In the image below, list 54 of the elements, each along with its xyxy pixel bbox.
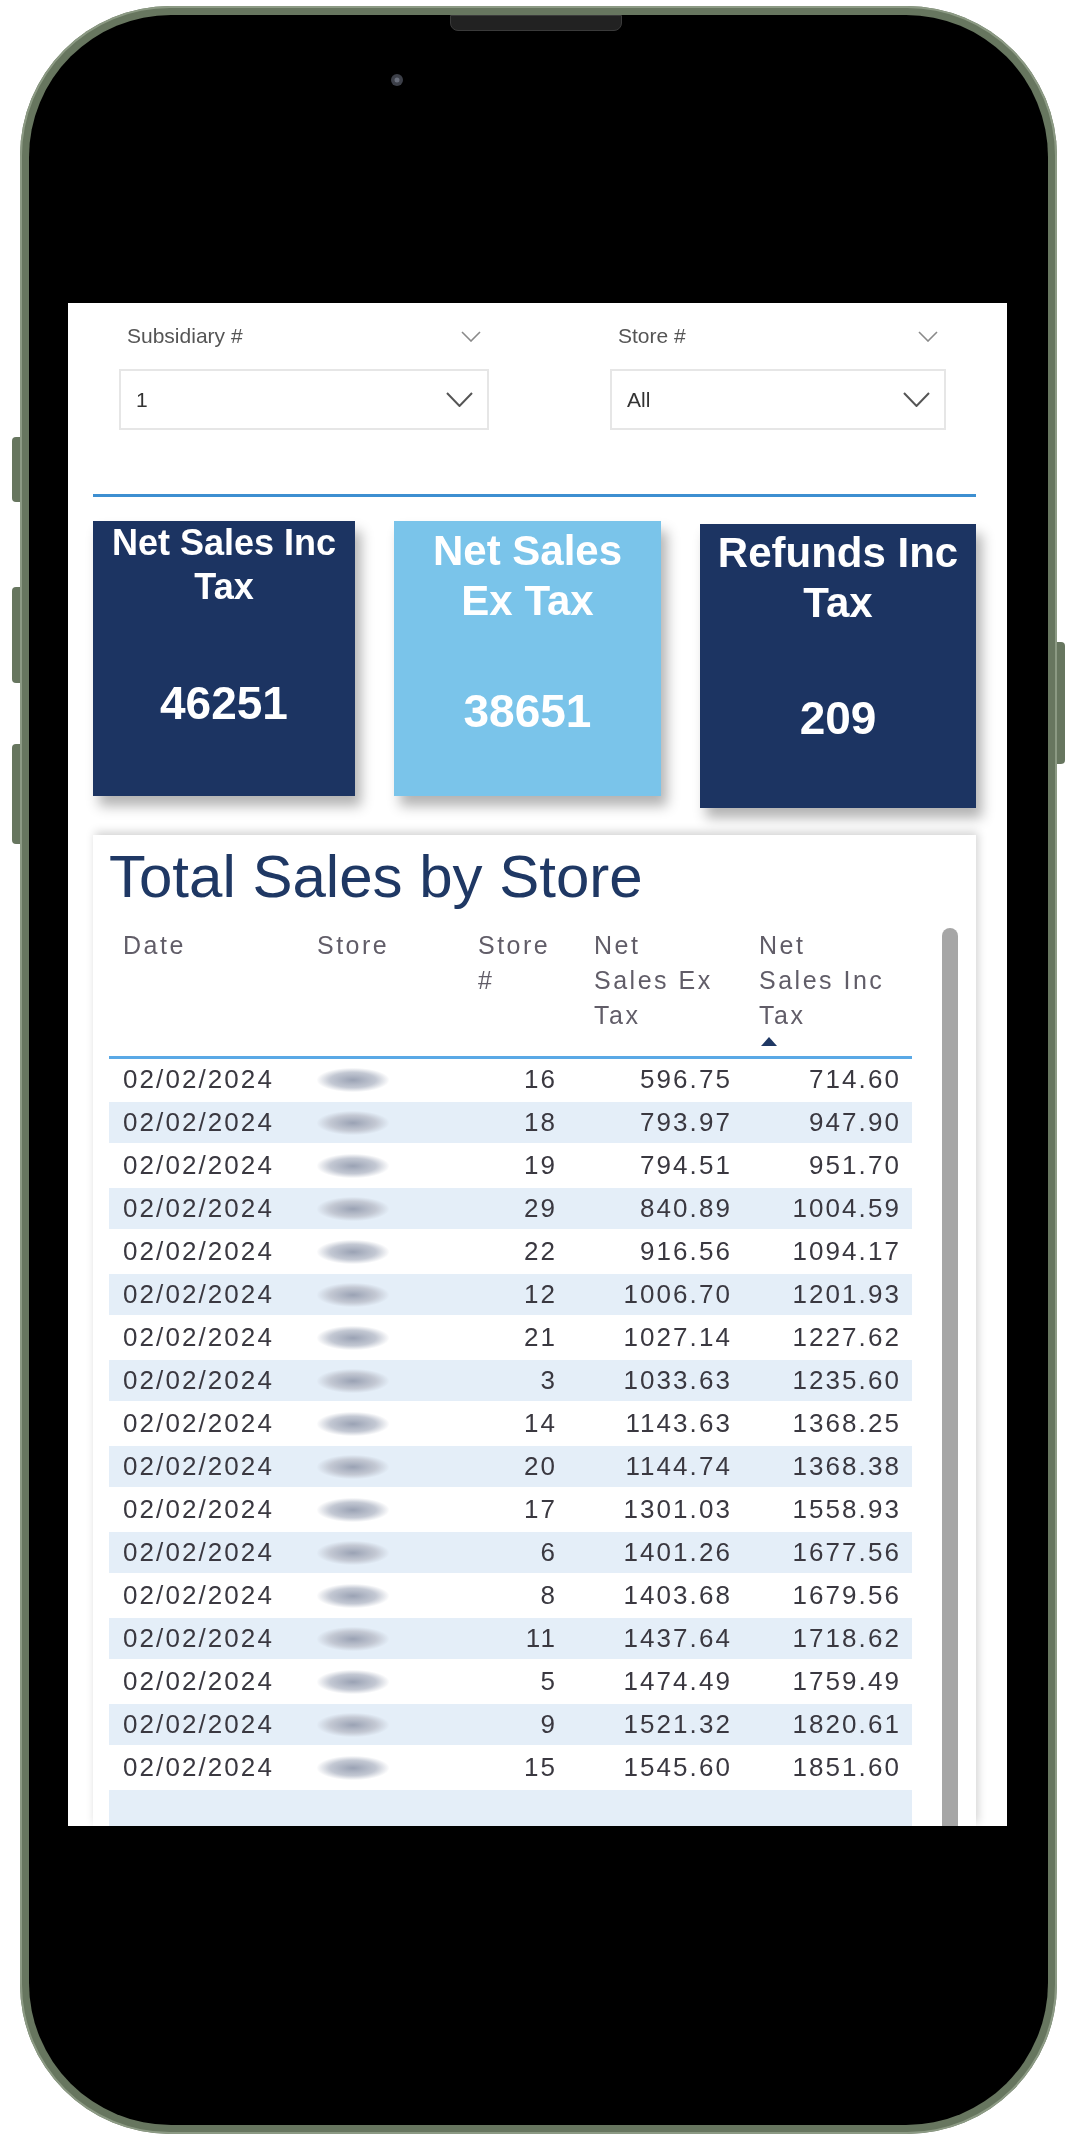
column-header[interactable]: Net Sales Ex Tax: [594, 928, 722, 1033]
table-cell: 02/02/2024: [109, 1446, 300, 1489]
kpi-title: Net Sales Inc Tax: [110, 521, 338, 609]
table-cell: 1201.93: [740, 1274, 912, 1317]
table-cell: 02/02/2024: [109, 1188, 300, 1231]
kpi-title: Refunds Inc Tax: [716, 528, 960, 628]
table-cell: 1677.56: [740, 1532, 912, 1575]
table-cell: 02/02/2024: [109, 1102, 300, 1145]
chevron-down-icon[interactable]: [918, 330, 938, 342]
table-cell: 1521.32: [565, 1704, 740, 1747]
column-header[interactable]: Store #: [478, 928, 565, 998]
dropdown[interactable]: 1: [119, 369, 489, 430]
table-cell: 9: [470, 1704, 565, 1747]
column-header[interactable]: Date: [123, 928, 186, 963]
table-cell: 947.90: [740, 1102, 912, 1145]
camera-lens-icon: [391, 74, 403, 86]
table-cell: 12: [470, 1274, 565, 1317]
table-cell: 11: [470, 1618, 565, 1661]
table-cell: 02/02/2024: [109, 1274, 300, 1317]
kpi-value: 209: [799, 691, 877, 746]
table-cell: 6: [470, 1532, 565, 1575]
table-cell: 20: [470, 1446, 565, 1489]
slicer-label: Store #: [618, 323, 686, 350]
chevron-down-icon: [446, 392, 473, 407]
table-cell: 1235.60: [740, 1360, 912, 1403]
table-cell: 1004.59: [740, 1188, 912, 1231]
table-cell: 1006.70: [565, 1274, 740, 1317]
table-cell: 1033.63: [565, 1360, 740, 1403]
column-header[interactable]: Store: [317, 928, 390, 963]
table-cell: 02/02/2024: [109, 1360, 300, 1403]
chevron-down-icon: [903, 392, 930, 407]
table-cell: 1820.61: [740, 1704, 912, 1747]
table-cell: 02/02/2024: [109, 1532, 300, 1575]
table-cell: 1368.38: [740, 1446, 912, 1489]
slicer-label: Subsidiary #: [127, 323, 243, 350]
column-header[interactable]: Net Sales Inc Tax: [759, 928, 887, 1033]
table-cell: 3: [470, 1360, 565, 1403]
table-cell: 1401.26: [565, 1532, 740, 1575]
kpi-title: Net Sales Ex Tax: [431, 526, 624, 626]
kpi-value: 38651: [463, 684, 592, 739]
chevron-down-icon[interactable]: [461, 330, 481, 342]
table-cell: 1718.62: [740, 1618, 912, 1661]
table-cell: 1144.74: [565, 1446, 740, 1489]
table-cell: 18: [470, 1102, 565, 1145]
table-cell: 29: [470, 1188, 565, 1231]
table-cell: 840.89: [565, 1188, 740, 1231]
table-cell: 02/02/2024: [109, 1704, 300, 1747]
table-title: Total Sales by Store: [109, 842, 644, 911]
scrollbar[interactable]: [942, 928, 958, 1826]
table-cell: 1437.64: [565, 1618, 740, 1661]
kpi-value: 46251: [160, 675, 288, 731]
table-cell: 02/02/2024: [109, 1618, 300, 1661]
table-cell: 793.97: [565, 1102, 740, 1145]
dropdown[interactable]: All: [610, 369, 946, 430]
